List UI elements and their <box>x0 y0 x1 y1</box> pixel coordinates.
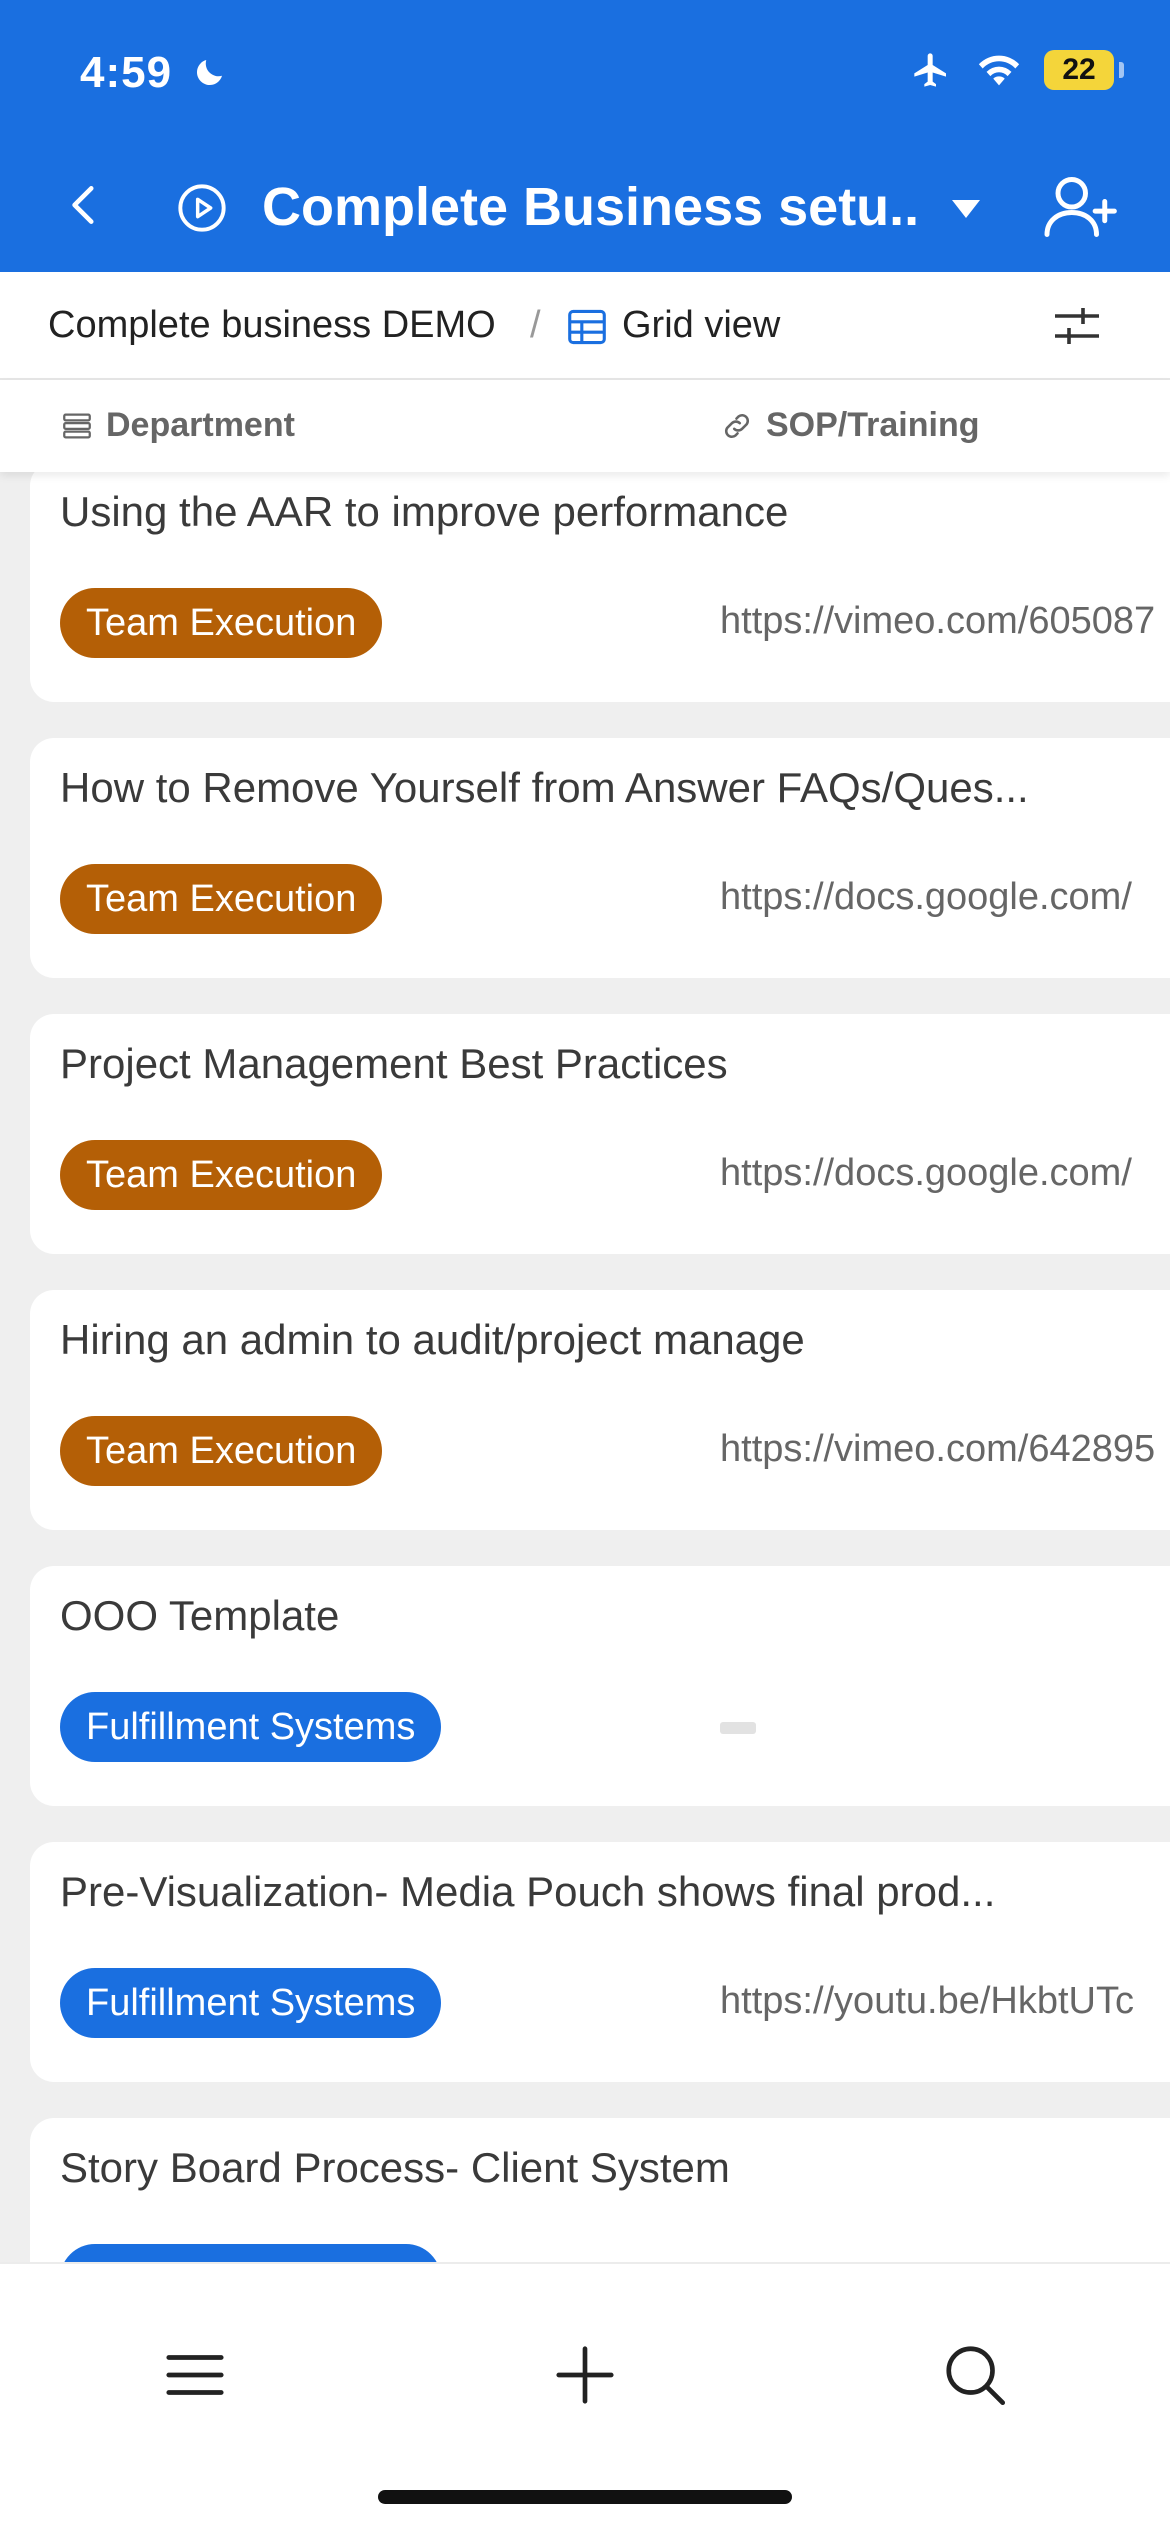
record-card[interactable]: Project Management Best Practices Team E… <box>30 1014 1170 1254</box>
record-card[interactable]: Using the AAR to improve performance Tea… <box>30 472 1170 702</box>
department-tag: Fulfillment Systems <box>60 2244 442 2262</box>
record-card[interactable]: How to Remove Yourself from Answer FAQs/… <box>30 738 1170 978</box>
home-indicator <box>378 2490 792 2504</box>
bottom-toolbar <box>0 2262 1170 2532</box>
record-link[interactable]: https://docs.google.com/ <box>720 1152 1132 1195</box>
department-tag: Fulfillment Systems <box>60 1968 442 2038</box>
status-bar: 4:59 22 <box>0 0 1170 150</box>
department-tag: Team Execution <box>60 1416 383 1486</box>
column-department-label: Department <box>106 406 295 444</box>
plus-icon[interactable] <box>550 2340 620 2410</box>
record-card[interactable]: Story Board Process- Client System Fulfi… <box>30 2118 1170 2262</box>
record-title: Project Management Best Practices <box>60 1040 728 1087</box>
column-sop[interactable]: SOP/Training <box>720 406 979 445</box>
department-tag: Team Execution <box>60 864 383 934</box>
record-title: Using the AAR to improve performance <box>60 488 789 535</box>
moon-icon <box>196 60 222 86</box>
breadcrumb-separator: / <box>530 304 541 346</box>
breadcrumb: Complete business DEMO / Grid view <box>0 272 1170 380</box>
record-title: Pre-Visualization- Media Pouch shows fin… <box>60 1868 996 1915</box>
department-tag: Team Execution <box>60 1140 383 1210</box>
record-title: Story Board Process- Client System <box>60 2144 730 2191</box>
department-tag: Fulfillment Systems <box>60 1692 442 1762</box>
wifi-icon <box>978 55 1020 86</box>
single-select-icon <box>63 413 91 438</box>
column-sop-label: SOP/Training <box>766 406 980 444</box>
breadcrumb-view[interactable]: Grid view <box>622 304 780 347</box>
battery-indicator: 22 <box>1044 50 1124 90</box>
record-card[interactable]: Pre-Visualization- Media Pouch shows fin… <box>30 1842 1170 2082</box>
record-link[interactable]: https://vimeo.com/605087 <box>720 600 1155 643</box>
grid-view-icon <box>568 309 606 345</box>
column-header: Department SOP/Training <box>0 380 1170 472</box>
search-icon[interactable] <box>940 2340 1010 2410</box>
record-title: Hiring an admin to audit/project manage <box>60 1316 805 1363</box>
base-title[interactable]: Complete Business setu... <box>262 176 922 238</box>
department-tag: Team Execution <box>60 588 383 658</box>
status-icons: 22 <box>908 50 1124 90</box>
link-icon <box>724 413 750 438</box>
empty-value-placeholder <box>720 1722 756 1734</box>
filter-settings-button[interactable] <box>1050 302 1104 350</box>
status-time: 4:59 <box>80 48 173 97</box>
play-circle-icon <box>178 184 226 232</box>
nav-row: Complete Business setu... <box>0 160 1170 250</box>
record-title: OOO Template <box>60 1592 340 1639</box>
record-card[interactable]: Hiring an admin to audit/project manage … <box>30 1290 1170 1530</box>
record-link[interactable]: https://docs.google.com/ <box>720 876 1132 919</box>
add-user-button[interactable] <box>1040 174 1120 240</box>
record-link[interactable]: https://vimeo.com/642895 <box>720 1428 1155 1471</box>
column-department[interactable]: Department <box>60 406 295 445</box>
app-header: 4:59 22 Complete Business setu... <box>0 0 1170 272</box>
record-link[interactable]: https://youtu.be/HkbtUTc <box>720 1980 1134 2023</box>
menu-icon[interactable] <box>160 2340 230 2410</box>
records-list: Using the AAR to improve performance Tea… <box>0 472 1170 2262</box>
chevron-down-icon[interactable] <box>950 196 982 220</box>
record-title: How to Remove Yourself from Answer FAQs/… <box>60 764 1029 811</box>
record-card[interactable]: OOO Template Fulfillment Systems <box>30 1566 1170 1806</box>
back-button[interactable] <box>60 180 110 230</box>
battery-level: 22 <box>1062 53 1096 86</box>
breadcrumb-table[interactable]: Complete business DEMO <box>48 304 496 347</box>
airplane-icon <box>914 53 946 87</box>
